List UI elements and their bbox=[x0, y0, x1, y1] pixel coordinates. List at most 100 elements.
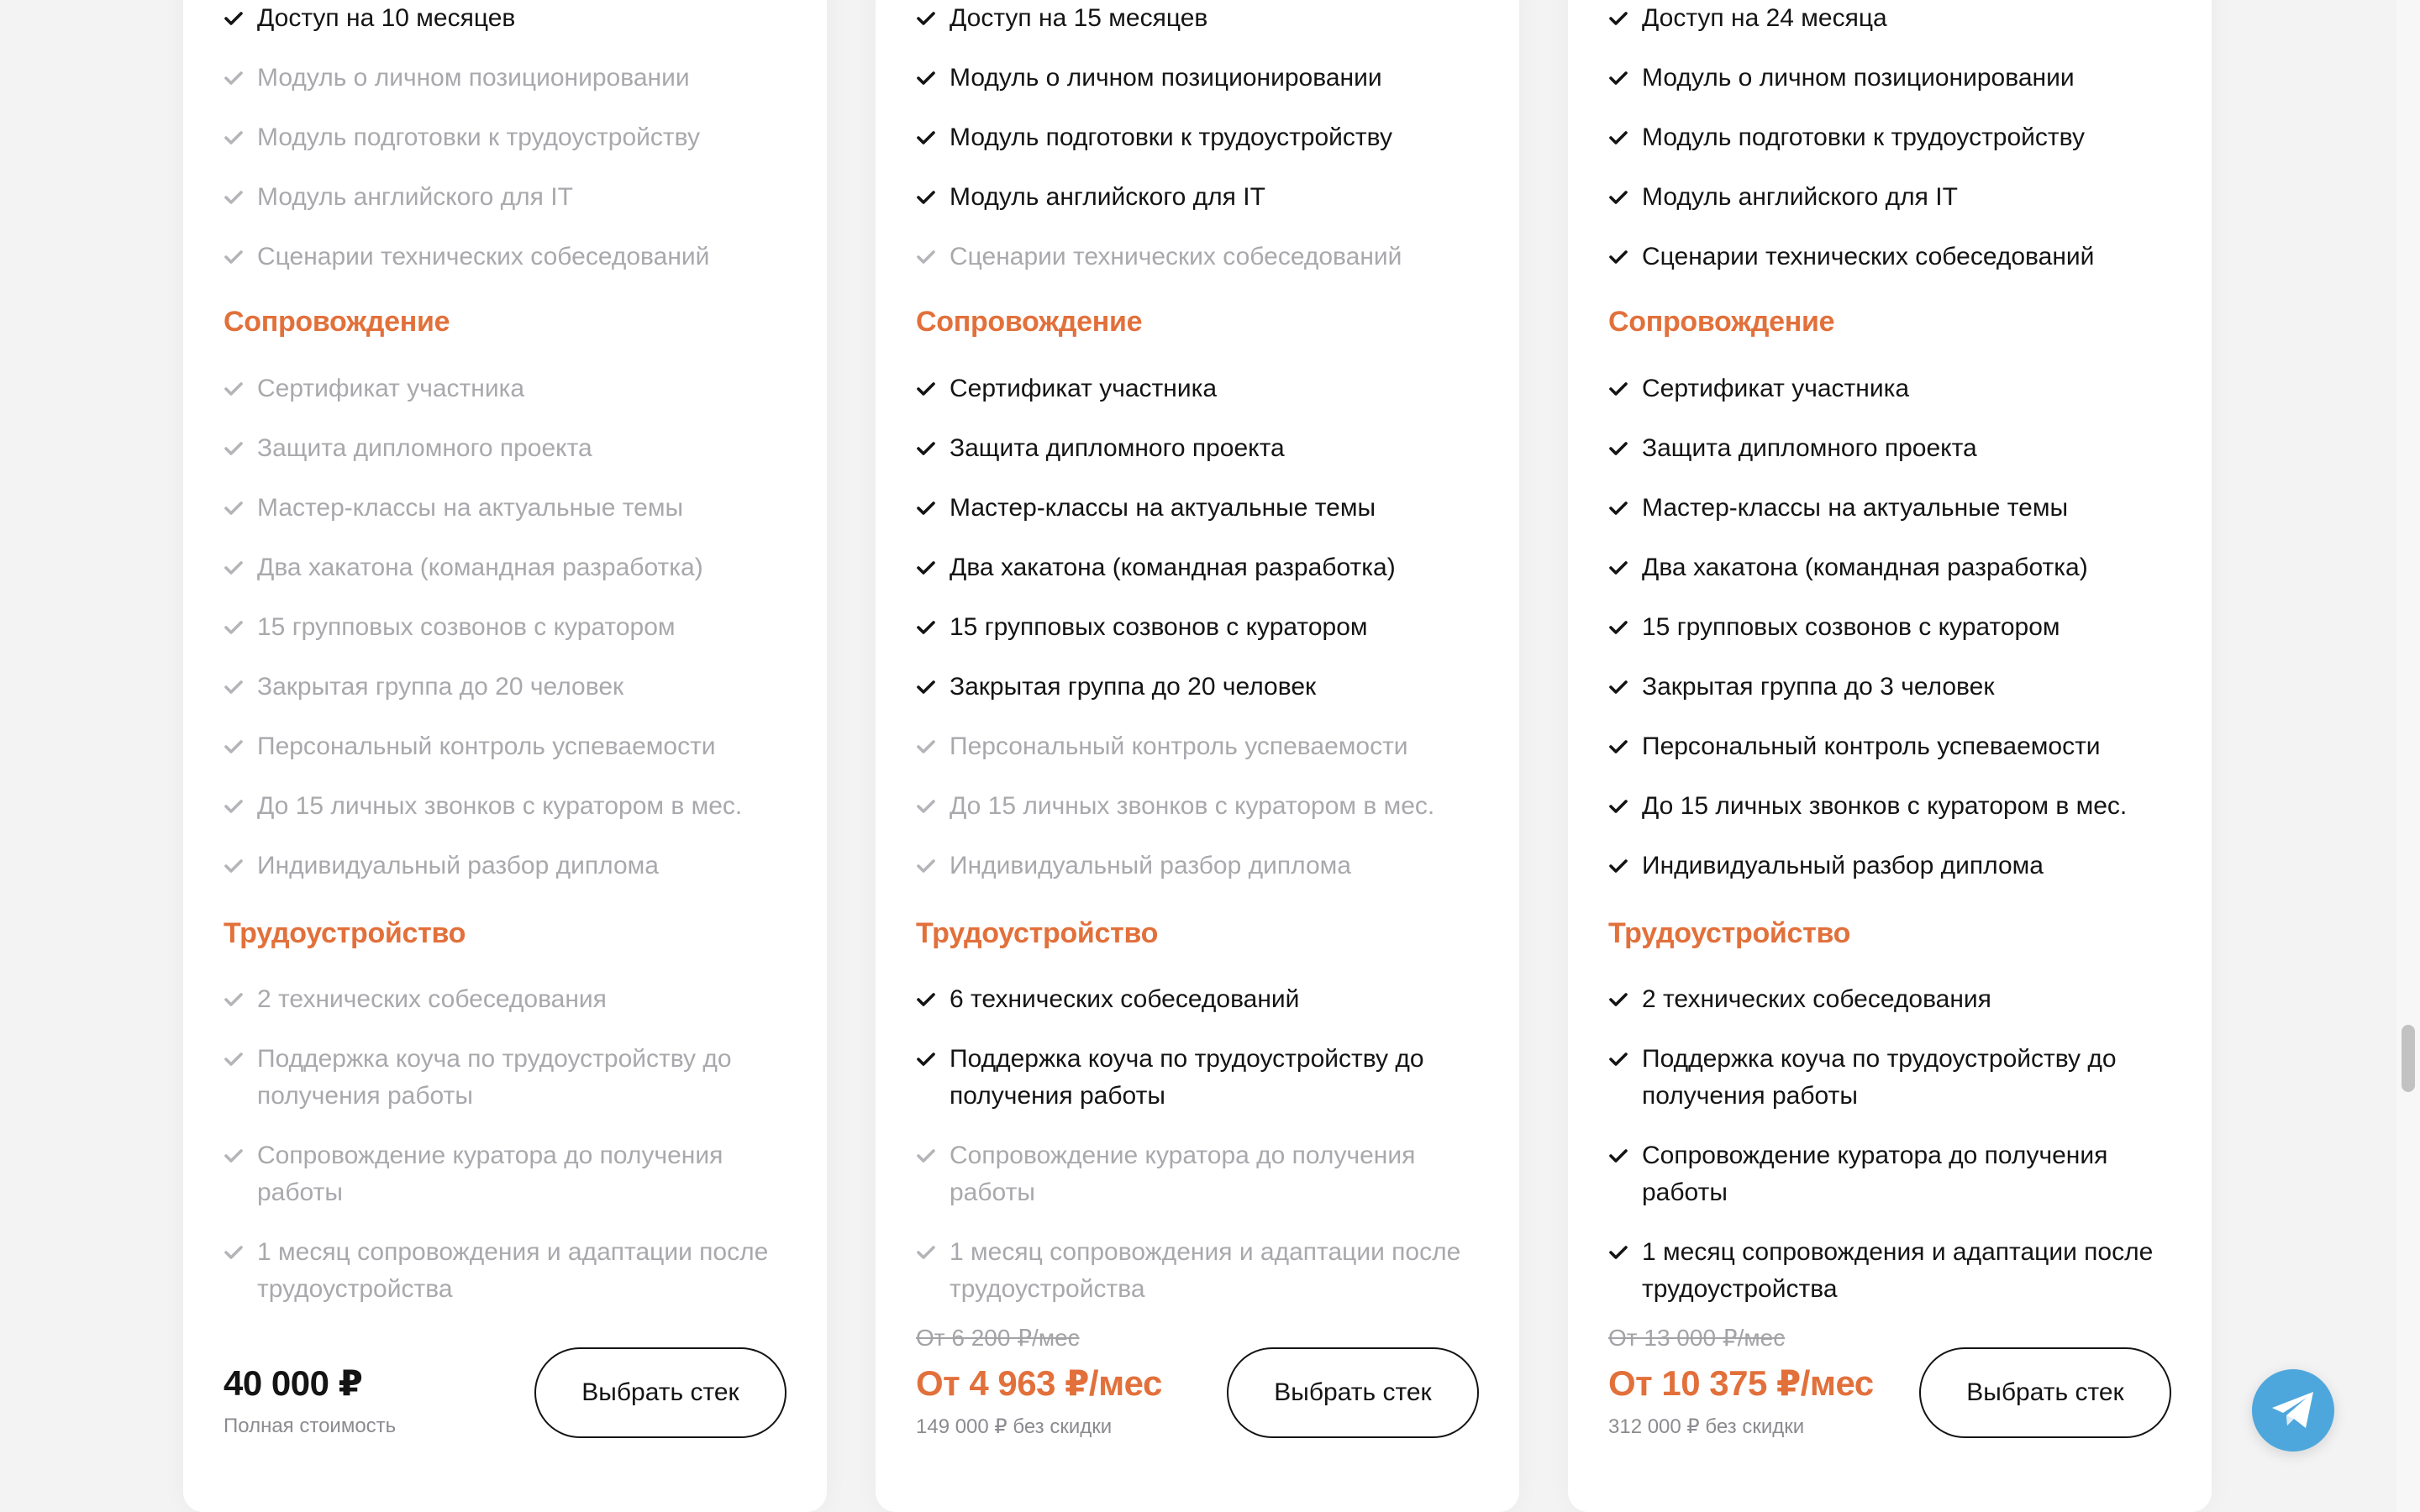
feature-item: Доступ на 15 месяцев bbox=[916, 0, 1470, 37]
old-price: От 6 200 ₽/мес bbox=[916, 1325, 1080, 1351]
check-icon bbox=[224, 788, 244, 825]
old-price: От 13 000 ₽/мес bbox=[1608, 1325, 1786, 1351]
feature-item: Модуль английского для IT bbox=[1608, 179, 2163, 216]
check-icon bbox=[916, 490, 936, 527]
feature-text: Сертификат участника bbox=[950, 375, 1218, 402]
feature-text: 6 технических собеседований bbox=[950, 985, 1300, 1013]
choose-stack-button[interactable]: Выбрать стек bbox=[1227, 1347, 1479, 1438]
check-icon bbox=[224, 1137, 244, 1174]
feature-text: Доступ на 15 месяцев bbox=[950, 4, 1208, 32]
feature-text: Закрытая группа до 20 человек bbox=[950, 673, 1317, 701]
feature-text: Мастер-классы на актуальные темы bbox=[1642, 494, 2069, 522]
feature-item: Индивидуальный разбор диплома bbox=[224, 848, 778, 885]
check-icon bbox=[224, 1234, 244, 1271]
feature-text: 2 технических собеседования bbox=[1642, 985, 1991, 1013]
check-icon bbox=[224, 490, 244, 527]
check-icon bbox=[1608, 609, 1628, 646]
choose-stack-button[interactable]: Выбрать стек bbox=[1919, 1347, 2171, 1438]
price: 40 000 ₽ bbox=[224, 1363, 363, 1403]
scrollbar-thumb[interactable] bbox=[2402, 1025, 2415, 1092]
price-note: Полная стоимость bbox=[224, 1415, 397, 1437]
feature-item: Мастер-классы на актуальные темы bbox=[1608, 490, 2163, 527]
feature-item: Персональный контроль успеваемости bbox=[916, 728, 1470, 765]
feature-item: До 15 личных звонков с куратором в мес. bbox=[916, 788, 1470, 825]
feature-text: Сертификат участника bbox=[1642, 375, 1910, 402]
check-icon bbox=[916, 1041, 936, 1078]
check-icon bbox=[224, 119, 244, 156]
feature-item: 15 групповых созвонов с куратором bbox=[224, 609, 778, 646]
feature-item: Модуль подготовки к трудоустройству bbox=[916, 119, 1470, 156]
check-icon bbox=[1608, 1137, 1628, 1174]
feature-text: Защита дипломного проекта bbox=[257, 434, 592, 462]
feature-item: Два хакатона (командная разработка) bbox=[916, 549, 1470, 586]
check-icon bbox=[224, 0, 244, 37]
feature-item: До 15 личных звонков с куратором в мес. bbox=[1608, 788, 2163, 825]
check-icon bbox=[224, 430, 244, 467]
scrollbar[interactable] bbox=[2396, 0, 2420, 1512]
check-icon bbox=[916, 609, 936, 646]
check-icon bbox=[224, 549, 244, 586]
choose-stack-button[interactable]: Выбрать стек bbox=[534, 1347, 786, 1438]
check-icon bbox=[1608, 430, 1628, 467]
feature-text: 15 групповых созвонов с куратором bbox=[950, 613, 1368, 641]
feature-text: Сопровождение куратора до получения рабо… bbox=[1642, 1142, 2108, 1206]
feature-text: Модуль подготовки к трудоустройству bbox=[257, 123, 700, 151]
check-icon bbox=[1608, 788, 1628, 825]
feature-text: Доступ на 10 месяцев bbox=[257, 4, 516, 32]
feature-text: Закрытая группа до 20 человек bbox=[257, 673, 624, 701]
feature-item: Сценарии технических собеседований bbox=[224, 239, 778, 276]
check-icon bbox=[1608, 1041, 1628, 1078]
telegram-icon bbox=[2272, 1392, 2313, 1428]
feature-text: Персональный контроль успеваемости bbox=[950, 732, 1408, 760]
check-icon bbox=[224, 728, 244, 765]
feature-item: 1 месяц сопровождения и адаптации после … bbox=[1608, 1234, 2163, 1308]
check-icon bbox=[916, 1234, 936, 1271]
feature-text: Сценарии технических собеседований bbox=[950, 243, 1402, 270]
feature-item: 6 технических собеседований bbox=[916, 981, 1470, 1018]
check-icon bbox=[224, 1041, 244, 1078]
feature-item: Сопровождение куратора до получения рабо… bbox=[224, 1137, 778, 1211]
check-icon bbox=[916, 119, 936, 156]
feature-item: Персональный контроль успеваемости bbox=[224, 728, 778, 765]
feature-text: Сопровождение куратора до получения рабо… bbox=[950, 1142, 1416, 1206]
feature-text: Защита дипломного проекта bbox=[950, 434, 1285, 462]
feature-text: Персональный контроль успеваемости bbox=[257, 732, 716, 760]
section-title-support: Сопровождение bbox=[916, 306, 1143, 338]
feature-item: Закрытая группа до 3 человек bbox=[1608, 669, 2163, 706]
feature-text: Сценарии технических собеседований bbox=[1642, 243, 2095, 270]
feature-text: Модуль английского для IT bbox=[1642, 183, 1958, 211]
feature-item: Защита дипломного проекта bbox=[224, 430, 778, 467]
feature-text: 1 месяц сопровождения и адаптации после … bbox=[257, 1238, 769, 1303]
feature-text: Сертификат участника bbox=[257, 375, 525, 402]
telegram-button[interactable] bbox=[2252, 1369, 2334, 1452]
feature-item: Сертификат участника bbox=[1608, 370, 2163, 407]
feature-item: Индивидуальный разбор диплома bbox=[916, 848, 1470, 885]
feature-text: Доступ на 24 месяца bbox=[1642, 4, 1887, 32]
feature-text: Индивидуальный разбор диплома bbox=[950, 852, 1351, 879]
feature-item: Сертификат участника bbox=[916, 370, 1470, 407]
feature-item: Сертификат участника bbox=[224, 370, 778, 407]
feature-text: 15 групповых созвонов с куратором bbox=[257, 613, 676, 641]
check-icon bbox=[1608, 981, 1628, 1018]
feature-item: 15 групповых созвонов с куратором bbox=[916, 609, 1470, 646]
feature-item: Поддержка коуча по трудоустройству до по… bbox=[1608, 1041, 2163, 1115]
feature-text: Два хакатона (командная разработка) bbox=[950, 554, 1396, 581]
feature-text: Поддержка коуча по трудоустройству до по… bbox=[950, 1045, 1424, 1110]
check-icon bbox=[1608, 370, 1628, 407]
feature-item: 1 месяц сопровождения и адаптации после … bbox=[224, 1234, 778, 1308]
check-icon bbox=[1608, 728, 1628, 765]
price-note: 312 000 ₽ без скидки bbox=[1608, 1415, 1805, 1438]
check-icon bbox=[916, 239, 936, 276]
feature-text: Модуль о личном позиционировании bbox=[1642, 64, 2075, 92]
feature-item: Модуль о личном позиционировании bbox=[224, 60, 778, 97]
feature-text: До 15 личных звонков с куратором в мес. bbox=[257, 792, 743, 820]
check-icon bbox=[224, 848, 244, 885]
feature-text: Защита дипломного проекта bbox=[1642, 434, 1977, 462]
feature-item: 1 месяц сопровождения и адаптации после … bbox=[916, 1234, 1470, 1308]
feature-text: Поддержка коуча по трудоустройству до по… bbox=[257, 1045, 732, 1110]
feature-item: Два хакатона (командная разработка) bbox=[1608, 549, 2163, 586]
feature-text: Индивидуальный разбор диплома bbox=[257, 852, 659, 879]
feature-item: Сопровождение куратора до получения рабо… bbox=[1608, 1137, 2163, 1211]
feature-text: 2 технических собеседования bbox=[257, 985, 607, 1013]
check-icon bbox=[1608, 60, 1628, 97]
